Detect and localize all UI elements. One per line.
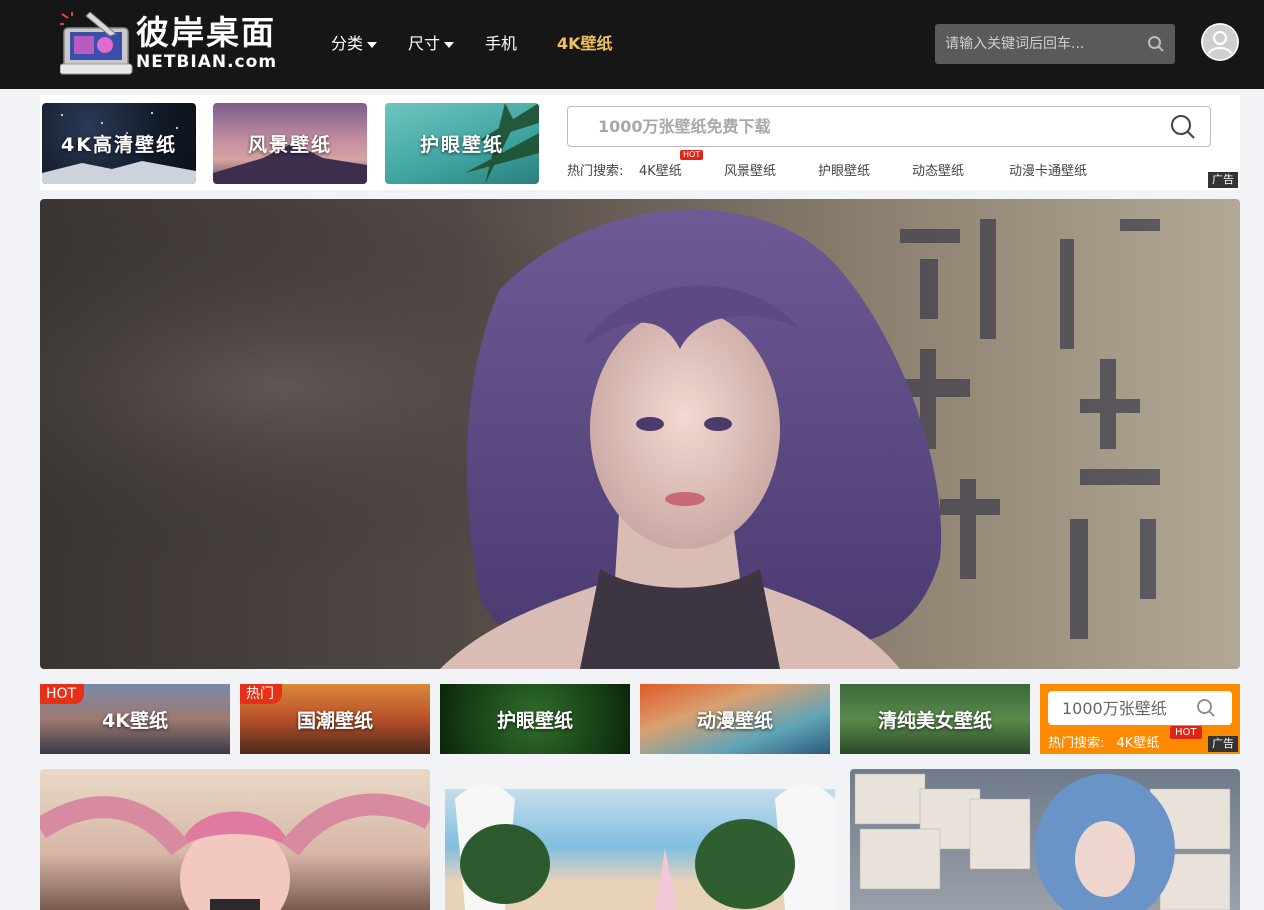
nav-size[interactable]: 尺寸 (408, 33, 455, 55)
nav-category[interactable]: 分类 (331, 33, 378, 55)
promo-tile-label: 4K高清壁纸 (61, 134, 177, 156)
search-icon[interactable] (1196, 698, 1216, 718)
logo-title: 彼岸桌面 (136, 13, 276, 52)
hot-badge: HOT (1170, 726, 1202, 739)
site-header: 彼岸桌面 NETBIAN.com 分类 尺寸 手机 4K壁纸 (0, 0, 1264, 89)
gallery-item[interactable] (850, 769, 1240, 910)
nav-4k[interactable]: 4K壁纸 (557, 33, 613, 55)
user-avatar[interactable] (1201, 23, 1239, 61)
nav-mobile-label: 手机 (485, 34, 518, 53)
category-label: 护眼壁纸 (496, 709, 573, 732)
search-icon[interactable] (1147, 35, 1165, 53)
promo-tile-label: 风景壁纸 (247, 134, 332, 156)
hot-term-landscape[interactable]: 风景壁纸 (724, 160, 776, 179)
category-anime[interactable]: 动漫壁纸 (640, 684, 830, 754)
category-guochao[interactable]: 热门 国潮壁纸 (240, 684, 430, 754)
nav-category-label: 分类 (331, 34, 364, 53)
wallpaper-thumbnail (40, 793, 430, 910)
category-label: 动漫壁纸 (696, 709, 773, 732)
ad-label: 广告 (1208, 172, 1238, 188)
promo-tile-label: 护眼壁纸 (419, 134, 504, 156)
category-label: 清纯美女壁纸 (877, 709, 992, 732)
hero-banner[interactable] (40, 199, 1240, 669)
category-hot-label: 热门搜索: (1048, 736, 1105, 751)
ad-label: 广告 (1208, 736, 1238, 752)
caret-down-icon (444, 41, 455, 48)
category-search (1048, 691, 1232, 725)
nav-size-label: 尺寸 (408, 34, 441, 53)
hot-badge: HOT (680, 150, 704, 160)
search-icon[interactable] (1170, 114, 1196, 140)
category-4k[interactable]: HOT 4K壁纸 (40, 684, 230, 754)
category-badge: HOT (40, 684, 85, 704)
category-search-box: 热门搜索: 4K壁纸 HOT 广告 (1040, 684, 1240, 754)
promo-tile-4k[interactable]: 4K高清壁纸 (42, 103, 196, 184)
ad-strip (1098, 171, 1208, 188)
user-icon (1201, 23, 1239, 61)
promo-tile-landscape[interactable]: 风景壁纸 (213, 103, 367, 184)
header-search (935, 24, 1175, 64)
wallpaper-thumbnail (445, 769, 835, 910)
logo-subtitle: NETBIAN.com (136, 52, 278, 72)
promo-tile-eyecare[interactable]: 护眼壁纸 (385, 103, 539, 184)
category-hot-term[interactable]: 4K壁纸 (1117, 736, 1160, 751)
hot-search-label: 热门搜索: (567, 164, 624, 179)
hot-term-4k[interactable]: 4K壁纸 (639, 160, 682, 179)
gallery-item[interactable] (445, 769, 835, 910)
hot-term-eyecare[interactable]: 护眼壁纸 (818, 160, 870, 179)
nav-mobile[interactable]: 手机 (485, 33, 517, 55)
header-search-input[interactable] (935, 24, 1135, 64)
nav-4k-label: 4K壁纸 (557, 34, 613, 53)
site-logo[interactable]: 彼岸桌面 NETBIAN.com (40, 2, 300, 86)
category-label: 4K壁纸 (102, 709, 168, 732)
category-label: 国潮壁纸 (296, 709, 373, 732)
main-search-input[interactable] (568, 107, 1148, 146)
wallpaper-thumbnail (854, 773, 1231, 910)
category-search-input[interactable] (1048, 691, 1193, 725)
gallery-item[interactable] (40, 769, 430, 910)
logo-computer-icon (60, 12, 133, 75)
caret-down-icon (367, 41, 378, 48)
category-badge: 热门 (240, 684, 282, 704)
main-search (567, 106, 1211, 147)
hot-term-dynamic[interactable]: 动态壁纸 (912, 160, 964, 179)
hot-term-anime[interactable]: 动漫卡通壁纸 (1009, 160, 1087, 179)
hero-image (40, 199, 1240, 669)
category-hot-row: 热门搜索: 4K壁纸 (1048, 732, 1159, 751)
category-beauty[interactable]: 清纯美女壁纸 (840, 684, 1030, 754)
promo-section: 4K高清壁纸 风景壁纸 护眼壁纸 热门搜索: 4K壁纸 HOT 风景壁纸 护眼壁… (40, 95, 1240, 190)
category-eyecare[interactable]: 护眼壁纸 (440, 684, 630, 754)
